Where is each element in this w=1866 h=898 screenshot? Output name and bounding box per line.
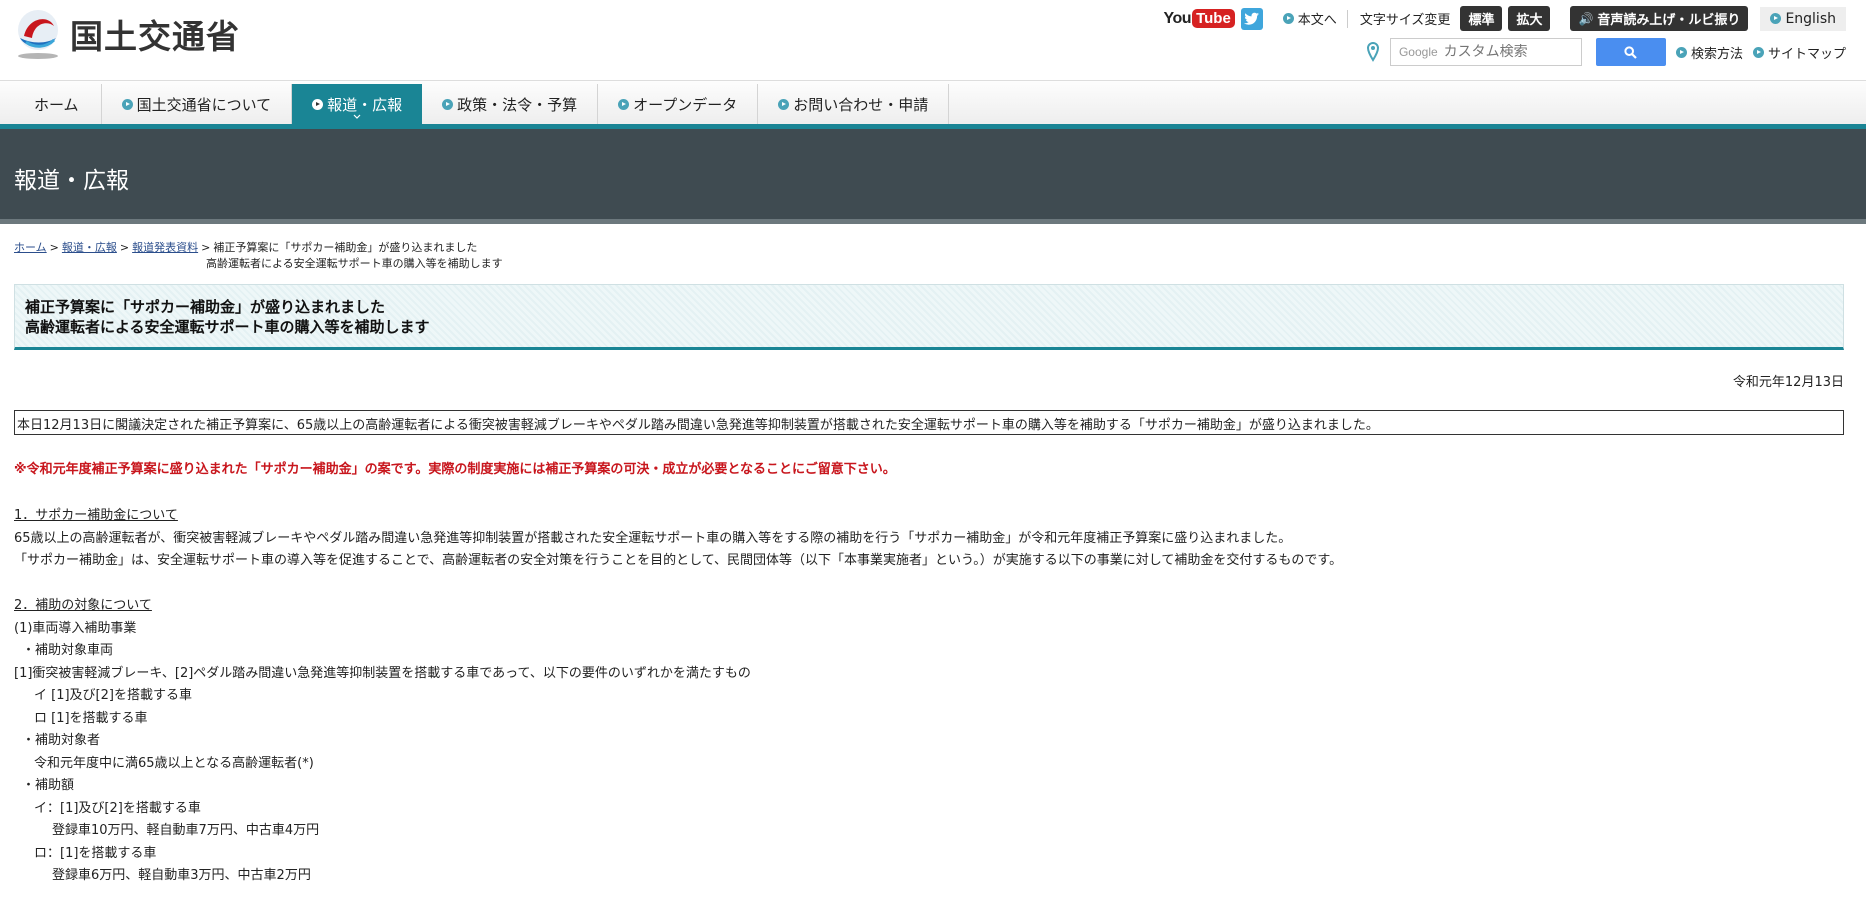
english-button[interactable]: English [1760,6,1846,31]
breadcrumb-home-link[interactable]: ホーム [14,241,47,254]
english-label: English [1785,10,1836,27]
breadcrumb-current-line2: 高齢運転者による安全運転サポート車の購入等を補助します [206,257,503,270]
breadcrumb-releases-link[interactable]: 報道発表資料 [132,241,198,254]
logo-text: 国土交通省 [70,17,240,56]
global-nav: ホーム 国土交通省について 報道・広報 政策・法令・予算 オープンデータ お問い… [0,80,1866,129]
caution-note: ※令和元年度補正予算案に盛り込まれた「サポカー補助金」の案です。実際の制度実施に… [14,462,896,477]
breadcrumb-current-line1: 補正予算案に「サポカー補助金」が盛り込まれました [213,241,478,254]
site-logo[interactable]: 国土交通省 [14,8,240,60]
youtube-tube-text: Tube [1192,9,1235,28]
page-title-band: 報道・広報 [0,129,1866,224]
youtube-you-text: You [1163,9,1192,27]
arrow-circle-icon [121,99,133,110]
breadcrumb: ホーム > 報道・広報 > 報道発表資料 > 補正予算案に「サポカー補助金」が盛り込まれまし… [14,240,503,272]
section-heading: 2．補助の対象について [14,598,152,613]
breadcrumb-separator: > [201,241,211,254]
skip-to-main-link[interactable]: 本文へ [1282,9,1337,28]
nav-item-label: オープンデータ [633,96,738,114]
nav-item-home[interactable]: ホーム [14,84,102,125]
search-button[interactable] [1595,38,1666,66]
utility-bar-bottom: Google 検索方法 サイトマップ [1366,38,1846,66]
arrow-circle-icon [778,99,790,110]
breadcrumb-separator: > [49,241,59,254]
search-method-label: 検索方法 [1690,46,1743,62]
list-item: ・補助対象車両 [22,643,114,658]
nav-item-press[interactable]: 報道・広報 [292,84,423,125]
list-item: (1)車両導入補助事業 [14,620,137,636]
nav-item-about[interactable]: 国土交通省について [102,84,293,125]
paragraph: 「サポカー補助金」は、安全運転サポート車の導入等を促進することで、高齢運転者の安… [14,553,1343,568]
nav-item-opendata[interactable]: オープンデータ [598,84,759,125]
list-item: ロ：[1]を搭載する車 [34,845,157,861]
arrow-circle-icon [442,99,454,110]
paragraph: 65歳以上の高齢運転者が、衝突被害軽減ブレーキやペダル踏み間違い急発進等抑制装置… [14,530,1292,546]
breadcrumb-separator: > [119,241,130,254]
utility-bar-top: You Tube 本文へ 文字サイズ変更 標準 拡大 🔊 音声読み上げ・ルビ振り … [1164,6,1846,31]
google-label: Google [1398,45,1438,59]
youtube-link[interactable]: You Tube [1164,9,1235,28]
list-item: イ：[1]及び[2]を搭載する車 [34,800,201,816]
nav-item-contact[interactable]: お問い合わせ・申請 [758,84,950,125]
arrow-circle-icon [1675,46,1687,58]
text-size-standard-button[interactable]: 標準 [1460,6,1503,31]
nav-item-label: 国土交通省について [136,96,272,114]
list-item: イ [1]及び[2]を搭載する車 [34,688,192,703]
search-box[interactable]: Google [1389,38,1582,66]
list-item: [1]衝突被害軽減ブレーキ、[2]ペダル踏み間違い急発進等抑制装置を搭載する車で… [14,665,751,681]
search-input[interactable] [1443,44,1574,60]
sitemap-link[interactable]: サイトマップ [1752,43,1846,62]
text-size-large-button[interactable]: 拡大 [1508,6,1551,31]
nav-item-label: お問い合わせ・申請 [793,96,929,114]
voice-reading-label: 音声読み上げ・ルビ振り [1597,13,1741,28]
search-method-link[interactable]: 検索方法 [1675,43,1743,62]
divider [1346,9,1348,28]
arrow-circle-icon [1282,13,1294,24]
sitemap-label: サイトマップ [1767,46,1846,62]
search-icon [1624,45,1638,59]
voice-reading-button[interactable]: 🔊 音声読み上げ・ルビ振り [1570,6,1749,31]
article-title-box: 補正予算案に「サポカー補助金」が盛り込まれました 高齢運転者による安全運転サポー… [14,284,1844,350]
arrow-circle-icon [1770,13,1782,24]
list-item: 令和元年度中に満65歳以上となる高齢運転者(*) [34,755,314,771]
article-body: 1．サポカー補助金について 65歳以上の高齢運転者が、衝突被害軽減ブレーキやペダ… [14,505,1342,888]
chevron-down-icon [353,114,361,119]
list-item: ロ [1]を搭載する車 [34,710,148,726]
nav-item-label: 報道・広報 [327,96,403,114]
skip-to-main-label: 本文へ [1297,13,1337,28]
nav-item-policy[interactable]: 政策・法令・予算 [422,84,599,125]
arrow-circle-icon [312,99,324,110]
article-title-line2: 高齢運転者による安全運転サポート車の購入等を補助します [25,318,430,336]
arrow-circle-icon [1752,46,1764,58]
list-item: ・補助額 [22,778,75,793]
list-item: 登録車10万円、軽自動車7万円、中古車4万円 [52,823,320,838]
list-item: 登録車6万円、軽自動車3万円、中古車2万円 [52,868,311,883]
article-date: 令和元年12月13日 [1732,375,1844,390]
nav-item-label: ホーム [34,96,79,114]
map-pin-icon [1366,42,1379,62]
text-size-label: 文字サイズ変更 [1359,13,1451,28]
nav-item-label: 政策・法令・予算 [457,96,578,114]
mlit-logo-icon [14,8,62,60]
section-heading: 1．サポカー補助金について [14,508,178,523]
site-header: 国土交通省 You Tube 本文へ 文字サイズ変更 標準 拡大 🔊 音声読み上げ… [0,0,1866,80]
twitter-icon[interactable] [1240,7,1263,30]
divider [0,219,1866,224]
list-item: ・補助対象者 [22,733,101,748]
article-title-line1: 補正予算案に「サポカー補助金」が盛り込まれました [25,298,386,316]
page-title: 報道・広報 [14,168,129,194]
summary-box: 本日12月13日に閣議決定された補正予算案に、65歳以上の高齢運転者による衝突被… [14,410,1844,435]
breadcrumb-press-link[interactable]: 報道・広報 [62,241,117,254]
arrow-circle-icon [618,99,630,110]
speaker-icon: 🔊 [1578,11,1594,26]
